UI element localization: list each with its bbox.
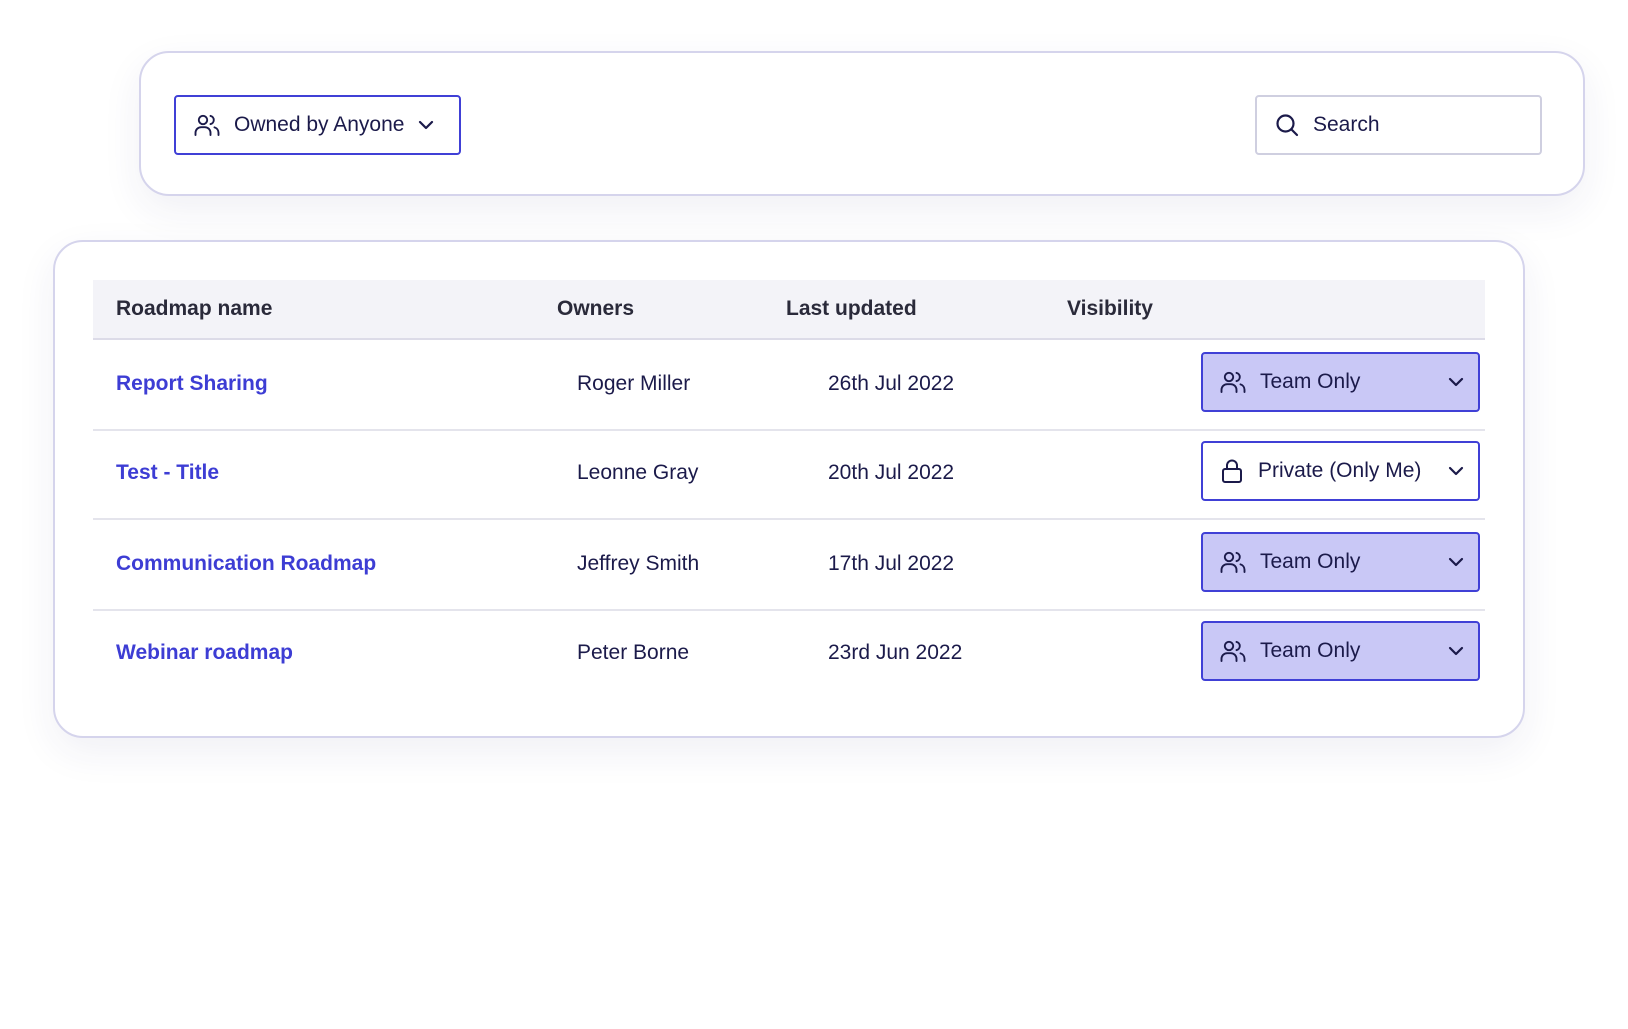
search-input[interactable] bbox=[1313, 113, 1513, 137]
last-updated-date: 23rd Jun 2022 bbox=[828, 641, 963, 664]
owner-name: Leonne Gray bbox=[577, 461, 699, 484]
chevron-down-icon bbox=[1448, 646, 1464, 656]
owner-filter-label: Owned by Anyone bbox=[234, 113, 405, 136]
column-header-visibility[interactable]: Visibility bbox=[1067, 280, 1153, 338]
column-header-roadmap-name[interactable]: Roadmap name bbox=[116, 280, 272, 338]
search-field[interactable] bbox=[1255, 95, 1542, 155]
table-row: Communication Roadmap Jeffrey Smith 17th… bbox=[93, 518, 1485, 611]
lock-icon bbox=[1220, 458, 1244, 484]
users-icon bbox=[1220, 550, 1246, 574]
table-row: Webinar roadmap Peter Borne 23rd Jun 202… bbox=[93, 607, 1485, 698]
last-updated-date: 26th Jul 2022 bbox=[828, 372, 955, 395]
chevron-down-icon bbox=[418, 120, 434, 130]
visibility-dropdown[interactable]: Private (Only Me) bbox=[1201, 441, 1480, 501]
column-header-last-updated[interactable]: Last updated bbox=[786, 280, 917, 338]
roadmap-name-link[interactable]: Communication Roadmap bbox=[116, 518, 376, 609]
owner-filter-dropdown[interactable]: Owned by Anyone bbox=[174, 95, 461, 155]
visibility-dropdown[interactable]: Team Only bbox=[1201, 352, 1480, 412]
visibility-dropdown[interactable]: Team Only bbox=[1201, 621, 1480, 681]
table-header: Roadmap name Owners Last updated Visibil… bbox=[93, 280, 1485, 340]
table-row: Test - Title Leonne Gray 20th Jul 2022 P… bbox=[93, 427, 1485, 520]
roadmap-name-link[interactable]: Test - Title bbox=[116, 427, 219, 518]
owner-name: Peter Borne bbox=[577, 641, 690, 664]
visibility-label: Team Only bbox=[1260, 370, 1361, 393]
chevron-down-icon bbox=[1448, 377, 1464, 387]
chevron-down-icon bbox=[1448, 557, 1464, 567]
filter-bar: Owned by Anyone bbox=[139, 51, 1585, 196]
column-header-owners[interactable]: Owners bbox=[557, 280, 634, 338]
visibility-label: Team Only bbox=[1260, 550, 1361, 573]
visibility-label: Private (Only Me) bbox=[1258, 459, 1422, 482]
visibility-dropdown[interactable]: Team Only bbox=[1201, 532, 1480, 592]
table-row: Report Sharing Roger Miller 26th Jul 202… bbox=[93, 338, 1485, 431]
roadmap-name-link[interactable]: Report Sharing bbox=[116, 338, 268, 429]
users-icon bbox=[1220, 370, 1246, 394]
owner-name: Roger Miller bbox=[577, 372, 691, 395]
owner-name: Jeffrey Smith bbox=[577, 552, 700, 575]
last-updated-date: 20th Jul 2022 bbox=[828, 461, 955, 484]
users-icon bbox=[1220, 639, 1246, 663]
visibility-label: Team Only bbox=[1260, 639, 1361, 662]
chevron-down-icon bbox=[1448, 466, 1464, 476]
roadmap-name-link[interactable]: Webinar roadmap bbox=[116, 607, 293, 698]
last-updated-date: 17th Jul 2022 bbox=[828, 552, 955, 575]
roadmaps-table-card: Roadmap name Owners Last updated Visibil… bbox=[53, 240, 1525, 738]
users-icon bbox=[194, 113, 220, 137]
search-icon bbox=[1275, 113, 1299, 137]
